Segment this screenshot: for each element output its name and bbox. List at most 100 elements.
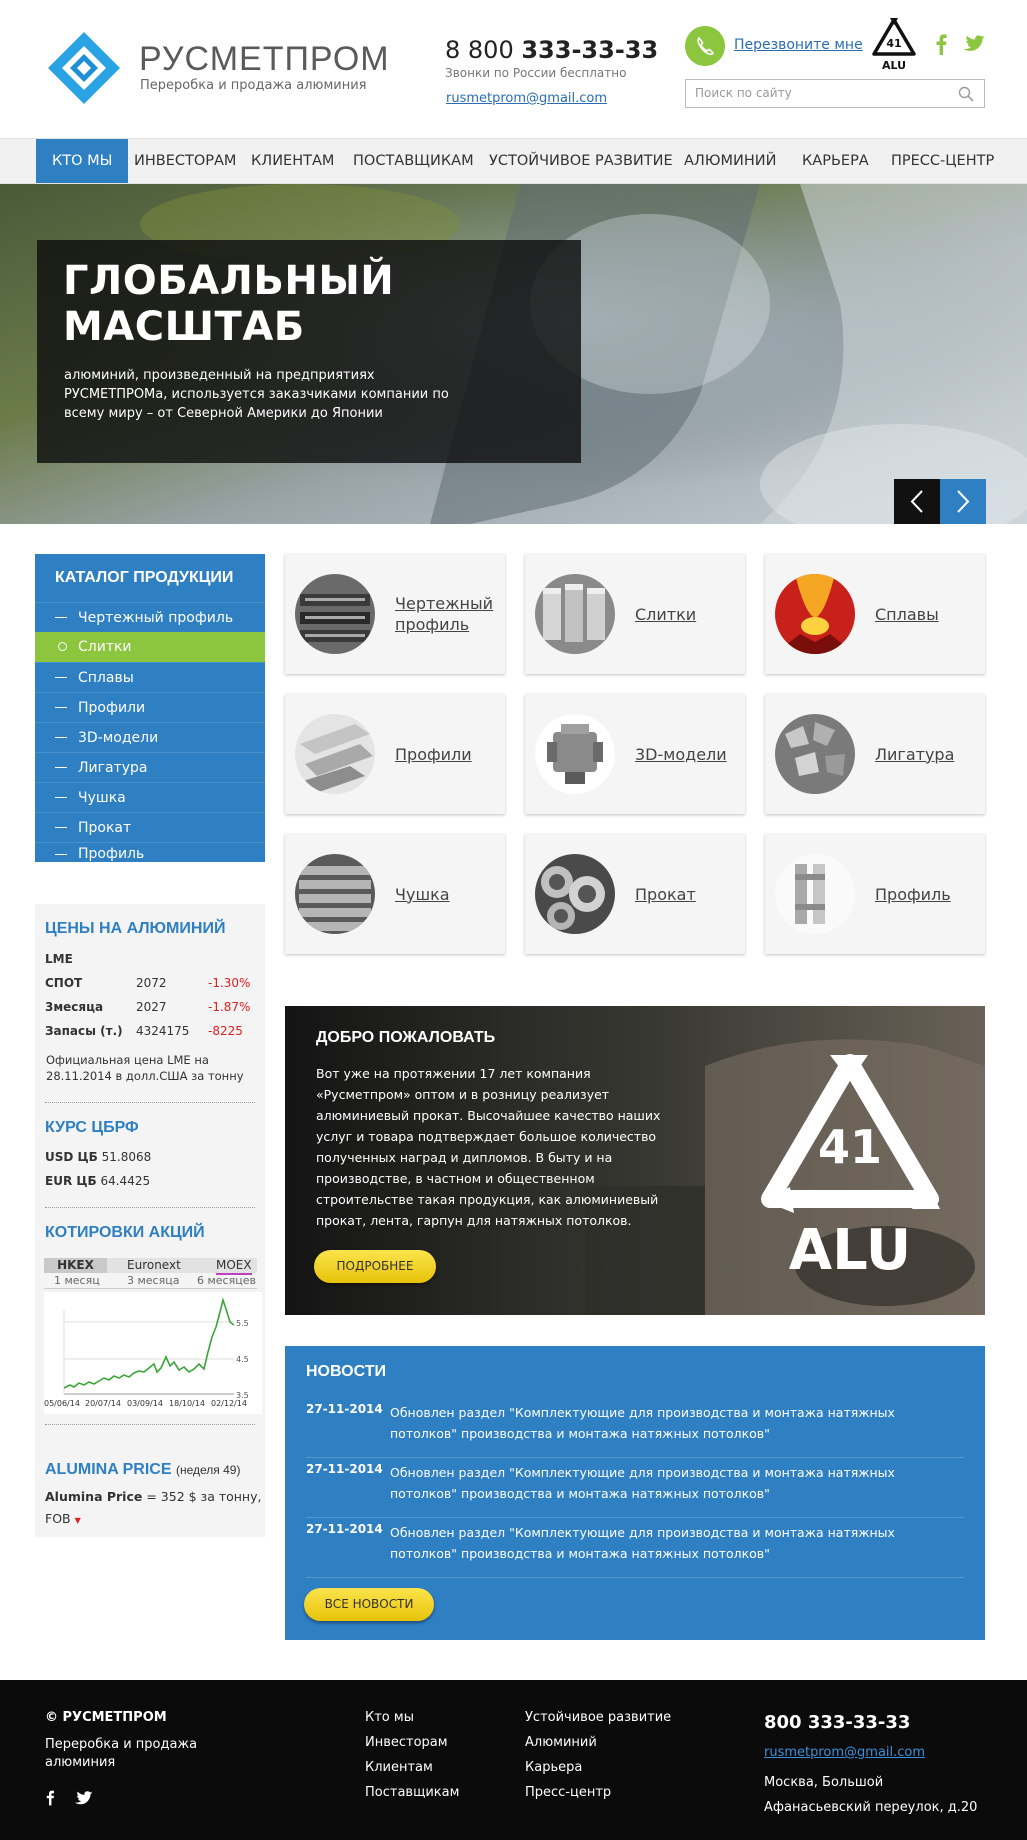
product-label[interactable]: Профили: [395, 694, 500, 814]
product-tile-drawing-profile[interactable]: Чертежный профиль: [285, 554, 505, 674]
search-icon[interactable]: [958, 86, 974, 102]
footer-link-investors[interactable]: Инвесторам: [365, 1734, 448, 1752]
logo-icon[interactable]: [46, 30, 122, 106]
nav-item-clients[interactable]: КЛИЕНТАМ: [251, 139, 334, 183]
search-box[interactable]: [685, 79, 985, 108]
news-section: НОВОСТИ 27-11-2014 Обновлен раздел "Комп…: [285, 1346, 985, 1640]
catalog-item-ligature[interactable]: Лигатура: [35, 752, 265, 782]
footer-link-career[interactable]: Карьера: [525, 1759, 582, 1777]
welcome-text: Вот уже на протяжении 17 лет компания «Р…: [316, 1066, 661, 1228]
footer-copyright: © РУСМЕТПРОМ: [45, 1710, 167, 1725]
product-label[interactable]: Чушка: [395, 834, 500, 954]
product-label[interactable]: Лигатура: [875, 694, 980, 814]
nav-item-career[interactable]: КАРЬЕРА: [802, 139, 869, 183]
welcome-logo-label: ALU: [789, 1218, 912, 1281]
footer-phone[interactable]: 800 333-33-33: [764, 1714, 910, 1732]
catalog-item-profile[interactable]: Профиль: [35, 842, 265, 862]
footer-link-press[interactable]: Пресс-центр: [525, 1784, 611, 1802]
footer-link-clients[interactable]: Клиентам: [365, 1759, 433, 1777]
footer-email-link[interactable]: rusmetprom@gmail.com: [764, 1744, 925, 1762]
product-label[interactable]: Чертежный профиль: [395, 554, 500, 674]
product-tile-3d-models[interactable]: 3D-модели: [525, 694, 745, 814]
alumina-price-line: Alumina Price = 352 $ за тонну,: [45, 1489, 261, 1504]
product-tile-profiles[interactable]: Профили: [285, 694, 505, 814]
product-label[interactable]: Профиль: [875, 834, 980, 954]
twitter-icon[interactable]: [74, 1791, 93, 1806]
alumina-week: (неделя 49): [175, 1463, 241, 1477]
lme-note: Официальная цена LME на 28.11.2014 в дол…: [46, 1053, 244, 1083]
all-news-button[interactable]: ВСЕ НОВОСТИ: [304, 1588, 434, 1621]
product-label[interactable]: Сплавы: [875, 554, 980, 674]
footer-address: Москва, Большой Афанасьевский переулок, …: [764, 1775, 978, 1815]
alumina-basis-dropdown[interactable]: FOB ▼: [45, 1511, 81, 1526]
product-tile-profile[interactable]: Профиль: [765, 834, 985, 954]
price-row-change: -1.87%: [208, 1000, 251, 1014]
catalog-item-drawing-profile[interactable]: Чертежный профиль: [35, 602, 265, 632]
footer-link-suppliers[interactable]: Поставщикам: [365, 1784, 459, 1802]
catalog-item-3d-models[interactable]: 3D-модели: [35, 722, 265, 752]
nav-item-about[interactable]: КТО МЫ: [36, 139, 129, 183]
slider-prev-icon[interactable]: [894, 479, 940, 524]
logo-title[interactable]: РУСМЕТПРОМ: [139, 40, 390, 79]
ligature-image: [775, 714, 855, 794]
twitter-icon[interactable]: [963, 35, 985, 53]
stock-period-tabs: 1 месяц 3 месяца 6 месяцев: [44, 1274, 257, 1289]
callback-link[interactable]: Перезвоните мне: [734, 37, 863, 53]
nav-item-sustainability[interactable]: УСТОЙЧИВОЕ РАЗВИТИЕ: [489, 139, 673, 183]
y-tick-label: 5.5: [236, 1319, 249, 1328]
usd-label: USD ЦБ: [45, 1150, 98, 1164]
slider-next-icon[interactable]: [940, 479, 986, 524]
catalog-item-pig[interactable]: Чушка: [35, 782, 265, 812]
catalog-item-ingots[interactable]: Слитки: [35, 632, 265, 662]
nav-item-suppliers[interactable]: ПОСТАВЩИКАМ: [353, 139, 474, 183]
tab-euronext[interactable]: Euronext: [127, 1258, 181, 1273]
period-3-months[interactable]: 3 месяца: [127, 1274, 179, 1288]
header-email-link[interactable]: rusmetprom@gmail.com: [446, 91, 607, 106]
catalog-item-label: Профили: [78, 700, 146, 716]
news-text[interactable]: Обновлен раздел "Комплектующие для произ…: [390, 1462, 950, 1504]
nav-item-investors[interactable]: ИНВЕСТОРАМ: [134, 139, 236, 183]
header-phone[interactable]: 8 800 333-33-33: [445, 36, 658, 64]
footer-link-aluminium[interactable]: Алюминий: [525, 1734, 597, 1752]
news-text[interactable]: Обновлен раздел "Комплектующие для произ…: [390, 1522, 950, 1564]
period-6-months[interactable]: 6 месяцев: [197, 1274, 256, 1288]
search-input[interactable]: [695, 86, 945, 100]
product-tile-ingots[interactable]: Слитки: [525, 554, 745, 674]
alumina-label: Alumina Price: [45, 1489, 143, 1504]
catalog-item-profiles[interactable]: Профили: [35, 692, 265, 722]
product-label[interactable]: Слитки: [635, 554, 740, 674]
alloys-image: [775, 574, 855, 654]
product-label[interactable]: 3D-модели: [635, 694, 740, 814]
dash-icon: [55, 707, 67, 708]
news-item[interactable]: 27-11-2014 Обновлен раздел "Комплектующи…: [306, 1518, 964, 1578]
news-title: НОВОСТИ: [306, 1363, 387, 1380]
phone-icon[interactable]: [685, 26, 725, 66]
alumina-price-title: ALUMINA PRICE (неделя 49): [45, 1461, 240, 1479]
more-button[interactable]: ПОДРОБНЕЕ: [314, 1250, 436, 1283]
facebook-icon[interactable]: [934, 33, 948, 55]
news-item[interactable]: 27-11-2014 Обновлен раздел "Комплектующи…: [306, 1398, 964, 1458]
footer-link-about[interactable]: Кто мы: [365, 1709, 414, 1727]
tab-moex[interactable]: MOEX: [216, 1258, 252, 1275]
price-row-change: -8225: [208, 1024, 243, 1038]
footer-link-sustainability[interactable]: Устойчивое развитие: [525, 1709, 671, 1727]
aluminium-recycle-icon: 41 ALU: [872, 18, 916, 72]
news-item[interactable]: 27-11-2014 Обновлен раздел "Комплектующи…: [306, 1458, 964, 1518]
catalog-item-alloys[interactable]: Сплавы: [35, 662, 265, 692]
divider: [45, 1424, 255, 1425]
product-tile-ligature[interactable]: Лигатура: [765, 694, 985, 814]
product-tile-rolled[interactable]: Прокат: [525, 834, 745, 954]
eur-value: 64.4425: [100, 1174, 151, 1188]
product-tile-alloys[interactable]: Сплавы: [765, 554, 985, 674]
catalog-item-rolled[interactable]: Прокат: [35, 812, 265, 842]
tab-hkex[interactable]: HKEX: [44, 1258, 107, 1273]
nav-item-aluminium[interactable]: АЛЮМИНИЙ: [684, 139, 776, 183]
phone-main: 333-33-33: [521, 36, 659, 64]
period-1-month[interactable]: 1 месяц: [54, 1274, 100, 1288]
news-text[interactable]: Обновлен раздел "Комплектующие для произ…: [390, 1402, 950, 1444]
product-label[interactable]: Прокат: [635, 834, 740, 954]
nav-item-press[interactable]: ПРЕСС-ЦЕНТР: [891, 139, 994, 183]
product-tile-pig[interactable]: Чушка: [285, 834, 505, 954]
x-tick-label: 03/09/14: [127, 1399, 163, 1408]
facebook-icon[interactable]: [45, 1789, 55, 1806]
